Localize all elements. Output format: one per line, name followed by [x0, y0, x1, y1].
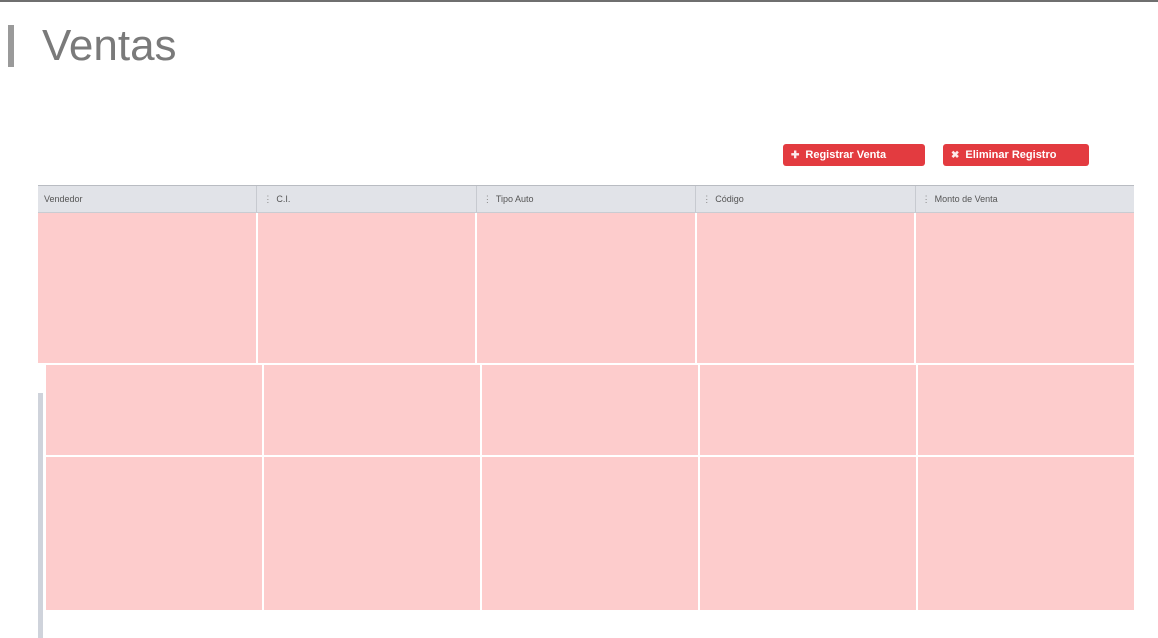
page-title: Ventas: [42, 21, 177, 70]
title-separator: [8, 25, 14, 67]
column-header-monto[interactable]: ⋮ Monto de Venta: [916, 186, 1134, 212]
column-grip-icon: ⋮: [921, 193, 931, 204]
table-cell[interactable]: [482, 457, 700, 610]
table-row[interactable]: [38, 213, 1134, 365]
column-header-codigo[interactable]: ⋮ Código: [696, 186, 916, 212]
table-cell[interactable]: [918, 457, 1134, 610]
table-cell[interactable]: [916, 213, 1134, 363]
row-selector-rail: [38, 393, 43, 638]
table-cell[interactable]: [700, 457, 918, 610]
page-header: Ventas: [8, 21, 177, 70]
column-grip-icon: ⋮: [263, 193, 273, 204]
table-body: [38, 213, 1134, 638]
toolbar: ✚ Registrar Venta ✖ Eliminar Registro: [783, 144, 1089, 166]
column-header-label: Vendedor: [44, 194, 83, 204]
register-sale-label: Registrar Venta: [805, 149, 887, 161]
column-grip-icon: ⋮: [702, 193, 712, 204]
table-header: Vendedor ⋮ C.I. ⋮ Tipo Auto ⋮ Código ⋮ M…: [38, 186, 1134, 213]
table-cell[interactable]: [696, 213, 917, 363]
table-cell[interactable]: [257, 213, 478, 363]
column-header-label: Monto de Venta: [934, 194, 998, 204]
table-cell[interactable]: [477, 213, 697, 363]
table-row[interactable]: [46, 457, 1134, 612]
sales-table: Vendedor ⋮ C.I. ⋮ Tipo Auto ⋮ Código ⋮ M…: [38, 185, 1134, 638]
column-grip-icon: ⋮: [482, 193, 492, 204]
plus-icon: ✚: [791, 149, 800, 161]
trash-icon: ✖: [951, 149, 960, 161]
column-header-tipo-auto[interactable]: ⋮ Tipo Auto: [477, 186, 697, 212]
register-sale-button[interactable]: ✚ Registrar Venta: [783, 144, 925, 166]
delete-record-label: Eliminar Registro: [965, 149, 1057, 161]
delete-record-button[interactable]: ✖ Eliminar Registro: [943, 144, 1089, 166]
column-header-label: Tipo Auto: [495, 194, 534, 204]
table-cell[interactable]: [482, 365, 700, 455]
column-header-vendedor[interactable]: Vendedor: [38, 186, 258, 212]
table-cell[interactable]: [38, 213, 258, 363]
column-header-label: C.I.: [276, 194, 291, 204]
table-cell[interactable]: [700, 365, 918, 455]
table-cell[interactable]: [46, 365, 264, 455]
table-cell[interactable]: [918, 365, 1134, 455]
top-border: [0, 0, 1158, 2]
column-header-ci[interactable]: ⋮ C.I.: [257, 186, 477, 212]
table-cell[interactable]: [46, 457, 264, 610]
table-cell[interactable]: [264, 457, 482, 610]
table-row[interactable]: [46, 365, 1134, 457]
column-header-label: Código: [715, 194, 744, 204]
table-cell[interactable]: [264, 365, 482, 455]
